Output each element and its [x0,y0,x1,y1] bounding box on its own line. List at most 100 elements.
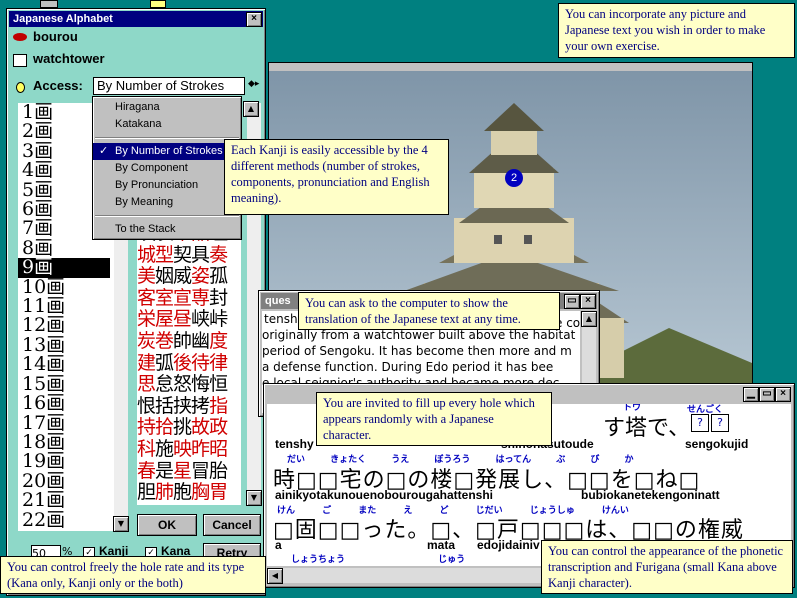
kanji-character[interactable]: 怠 [155,373,174,395]
kanji-character[interactable]: 科 [137,438,156,460]
kanji-character[interactable]: 施 [155,438,174,460]
kanji-character[interactable]: 括 [155,395,174,417]
access-arrows-icon[interactable]: ◆▸ [248,79,259,89]
exercise-hscrollbar[interactable] [267,568,557,583]
kanji-character[interactable]: 星 [173,460,192,482]
kanji-character[interactable]: 春 [137,460,156,482]
hole-box[interactable]: ? [711,414,729,432]
kanji-character[interactable]: 政 [209,416,228,439]
translation-close-button[interactable]: × [580,294,596,309]
kanji-character[interactable]: 栄 [137,308,156,331]
kanji-character[interactable]: 封 [209,287,228,309]
hole-box[interactable]: ? [691,414,709,432]
kanji-character[interactable]: 建 [137,352,156,374]
menu-item[interactable]: By Pronunciation [93,177,241,194]
menu-item[interactable]: By Component [93,160,241,177]
kanji-character[interactable]: 峠 [209,308,228,331]
kanji-character[interactable]: 持 [137,416,156,439]
kanji-character[interactable]: 律 [209,352,228,374]
kanji-character[interactable]: 屋 [155,308,174,331]
kanji-character[interactable]: 奏 [209,244,228,266]
menu-item[interactable]: By Meaning [93,194,241,211]
kanji-character[interactable]: 帥 [173,330,192,352]
kanji-character[interactable]: 待 [191,352,210,374]
kanji-character[interactable]: 具 [191,244,210,266]
stroke-count-item[interactable]: 17画 [18,413,114,433]
kanji-character[interactable]: 峡 [191,308,210,331]
stroke-count-item[interactable]: 14画 [18,354,114,374]
kanji-character[interactable]: 冒 [191,460,210,482]
menu-item[interactable]: To the Stack [93,221,241,238]
kanji-character[interactable]: 胎 [209,460,228,482]
access-dropdown-menu[interactable]: Hiragana Katakana ✓ By Number of Strokes By … [92,96,259,240]
kanji-character[interactable]: 挑 [173,416,192,439]
exercise-close-button[interactable]: × [775,387,791,402]
kanji-character[interactable]: 室 [155,287,174,309]
kanji-character[interactable]: 胞 [173,481,192,503]
kanji-character[interactable]: 昨 [191,438,210,460]
stroke-count-item[interactable]: 12画 [18,316,114,336]
kanji-character[interactable]: 挟 [173,395,192,417]
kanji-character[interactable]: 怒 [173,373,192,395]
alphabet-titlebar[interactable]: Japanese Alphabet × [9,11,263,27]
kanji-character[interactable]: 幽 [191,330,210,352]
kanji-character[interactable]: 昼 [173,308,192,331]
kanji-character[interactable]: 弧 [155,352,174,374]
kanji-character[interactable]: 肺 [155,481,174,503]
stroke-count-item[interactable]: 16画 [18,393,114,413]
kanji-character[interactable]: 炭 [137,330,156,352]
kanji-character[interactable]: 巻 [155,330,174,352]
stroke-count-item[interactable]: 19画 [18,451,114,471]
kanji-character[interactable]: 姿 [191,265,210,287]
kanji-character[interactable]: 城 [137,244,156,266]
strokes-scroll-down[interactable]: ▼ [113,516,129,532]
kanji-character[interactable]: 拷 [191,395,210,417]
kanji-character[interactable]: 昭 [209,438,228,460]
kanji-character[interactable]: 契 [173,244,192,266]
stroke-count-item[interactable]: 22画 [18,510,114,530]
kanji-character[interactable]: 度 [209,330,228,352]
stroke-count-item[interactable]: 21画 [18,490,114,510]
picture-marker-badge[interactable]: 2 [505,169,523,187]
kanji-character[interactable]: 専 [191,287,210,309]
kanji-character[interactable]: 姻 [155,265,174,287]
exercise-minimize-button[interactable]: ▁ [743,387,759,402]
desktop-icon-fragment[interactable] [150,0,166,8]
kanji-character[interactable]: 胆 [137,481,156,503]
kanji-character[interactable]: 孤 [209,265,228,287]
kanji-character[interactable]: 胸 [191,481,210,503]
kanji-character[interactable]: 恒 [209,373,228,395]
cancel-button[interactable]: Cancel [203,514,261,536]
kanji-character[interactable]: 恨 [137,395,156,417]
menu-item[interactable]: ✓ By Number of Strokes [93,143,241,160]
kanji-scroll-down[interactable]: ▼ [246,490,262,506]
kanji-character[interactable]: 是 [155,460,174,482]
kanji-character[interactable]: 宣 [173,287,192,309]
close-button[interactable]: × [246,12,262,27]
access-select[interactable]: By Number of Strokes [93,77,245,95]
kanji-character[interactable]: 悔 [191,373,210,395]
lips-icon [13,33,27,41]
translation-minimize-button[interactable]: ▭ [564,294,580,309]
desktop-icon-fragment[interactable] [40,0,58,8]
kanji-character[interactable]: 型 [155,244,174,266]
kanji-character[interactable]: 指 [209,395,228,417]
kanji-character[interactable]: 故 [191,416,210,439]
kanji-character[interactable]: 美 [137,265,156,287]
menu-item[interactable]: Hiragana [93,99,241,116]
menu-item[interactable]: Katakana [93,116,241,133]
kanji-character[interactable]: 拾 [155,416,174,439]
kanji-character[interactable]: 思 [137,373,156,395]
exercise-maximize-button[interactable]: ▭ [759,387,775,402]
kanji-character[interactable]: 客 [137,287,156,309]
exercise-scroll-left[interactable]: ◀ [267,568,283,584]
kanji-character[interactable]: 映 [173,438,192,460]
stroke-count-item[interactable]: 9画 [18,257,110,278]
menu-scroll-up[interactable]: ▲ [243,101,259,117]
translation-scroll-up[interactable]: ▲ [581,311,597,327]
kanji-character[interactable]: 後 [173,352,192,374]
kanji-character[interactable]: 胃 [209,481,228,503]
kanji-character[interactable]: 威 [173,265,192,287]
access-icon [16,82,25,93]
ok-button[interactable]: OK [137,514,197,536]
